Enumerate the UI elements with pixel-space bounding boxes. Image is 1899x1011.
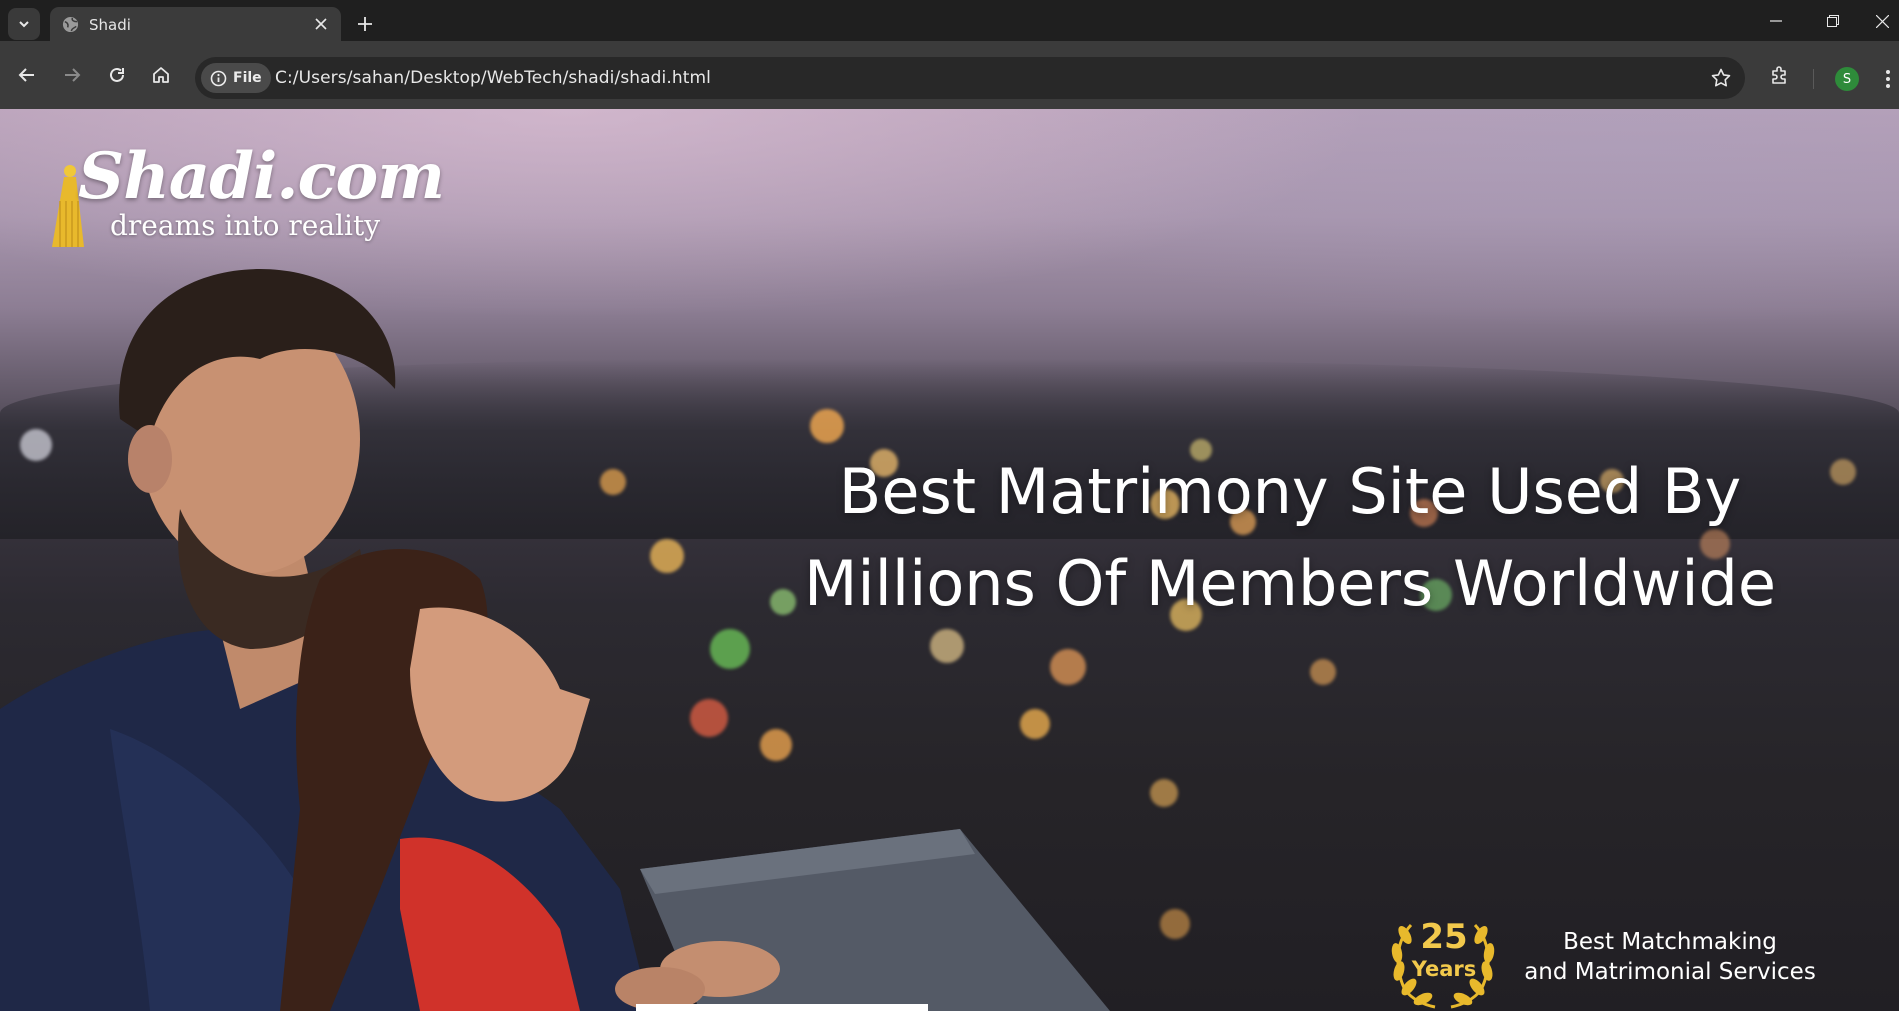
home-button[interactable] — [143, 57, 179, 93]
bottom-white-bar — [636, 1004, 928, 1011]
anniversary-badge: 25 Years — [1383, 905, 1503, 1011]
forward-button[interactable] — [54, 57, 90, 93]
browser-toolbar: File C:/Users/sahan/Desktop/WebTech/shad… — [0, 41, 1899, 109]
tagline-line-2: and Matrimonial Services — [1524, 959, 1816, 985]
globe-icon — [62, 16, 79, 33]
badge-label: Years — [1411, 957, 1477, 981]
headline-line-1: Best Matrimony Site Used By — [838, 455, 1742, 528]
url-text[interactable]: C:/Users/sahan/Desktop/WebTech/shadi/sha… — [275, 68, 711, 88]
logo-tagline: dreams into reality — [110, 209, 381, 242]
new-tab-button[interactable] — [352, 11, 378, 37]
close-icon — [1875, 14, 1889, 28]
logo-name: Shadi.com — [78, 139, 445, 214]
chevron-down-icon — [19, 21, 29, 28]
info-icon — [210, 70, 227, 86]
address-bar[interactable]: File C:/Users/sahan/Desktop/WebTech/shad… — [195, 57, 1745, 99]
tagline-line-1: Best Matchmaking — [1563, 929, 1777, 955]
bookmark-button[interactable] — [1709, 66, 1733, 90]
restore-button[interactable] — [1810, 6, 1856, 36]
site-info-chip[interactable]: File — [201, 63, 271, 93]
tab-list-button[interactable] — [8, 8, 40, 40]
profile-avatar[interactable]: S — [1835, 67, 1859, 91]
star-icon — [1711, 68, 1731, 87]
tab-shadi[interactable]: Shadi — [50, 7, 341, 41]
restore-icon — [1827, 15, 1839, 27]
site-logo[interactable]: Shadi.com dreams into reality — [48, 139, 448, 259]
tab-strip: Shadi — [0, 0, 1899, 41]
tab-close-button[interactable] — [311, 14, 331, 34]
home-icon — [153, 67, 169, 83]
hero-headline: Best Matrimony Site Used By Millions Of … — [690, 446, 1890, 630]
close-window-button[interactable] — [1865, 6, 1899, 36]
minimize-button[interactable] — [1753, 6, 1799, 36]
minimize-icon — [1770, 20, 1782, 22]
reload-button[interactable] — [99, 57, 135, 93]
browser-menu-button[interactable] — [1878, 65, 1898, 93]
reload-icon — [110, 67, 124, 82]
close-icon — [315, 18, 327, 30]
badge-number: 25 — [1420, 917, 1468, 957]
headline-line-2: Millions Of Members Worldwide — [803, 547, 1777, 620]
plus-icon — [358, 17, 372, 31]
toolbar-separator — [1813, 69, 1814, 89]
hero-banner: Shadi.com dreams into reality Best Matri… — [0, 109, 1899, 1011]
kebab-menu-icon — [1886, 70, 1890, 88]
services-tagline: Best Matchmaking and Matrimonial Service… — [1510, 927, 1830, 987]
arrow-left-icon — [18, 68, 34, 82]
puzzle-icon — [1772, 66, 1786, 84]
extensions-button[interactable] — [1762, 57, 1798, 93]
arrow-right-icon — [65, 68, 81, 82]
back-button[interactable] — [9, 57, 45, 93]
site-info-label: File — [233, 70, 262, 86]
tab-title: Shadi — [89, 16, 131, 34]
